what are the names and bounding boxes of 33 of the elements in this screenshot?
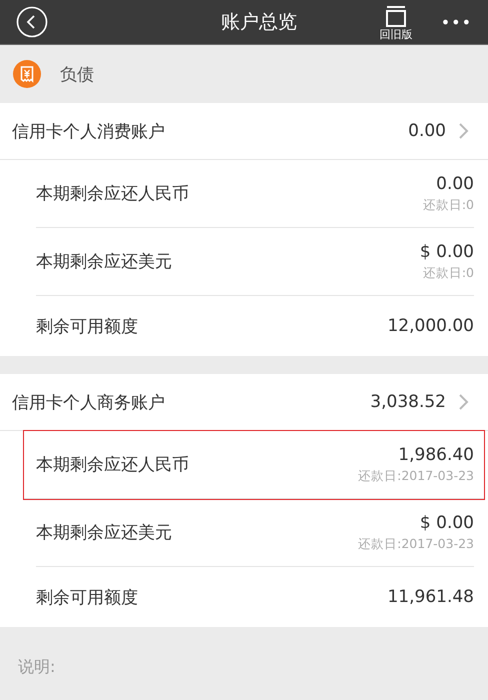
old-version-button[interactable]: 回旧版 <box>380 4 413 42</box>
page-title: 账户总览 <box>220 10 298 35</box>
back-icon <box>16 6 48 38</box>
due-date: 还款日:2017-03-23 <box>358 536 474 552</box>
section-title: 负债 <box>60 64 94 86</box>
row-amount: 0.00 <box>436 174 474 194</box>
account-name: 信用卡个人商务账户 <box>12 392 166 414</box>
row-label: 剩余可用额度 <box>36 316 139 338</box>
account-amount: 3,038.52 <box>370 392 446 412</box>
back-button[interactable] <box>16 6 48 38</box>
row-label: 本期剩余应还人民币 <box>36 454 190 476</box>
row-label: 剩余可用额度 <box>36 586 139 608</box>
account-name: 信用卡个人消费账户 <box>12 120 166 142</box>
due-date: 还款日:0 <box>422 196 474 214</box>
due-date: 还款日:2017-03-23 <box>358 468 474 484</box>
row-label: 本期剩余应还人民币 <box>36 183 190 205</box>
account-amount: 0.00 <box>408 121 446 141</box>
row-amount: $ 0.00 <box>420 242 474 262</box>
row-label: 本期剩余应还美元 <box>36 251 173 273</box>
more-button[interactable]: ••• <box>440 12 472 32</box>
row-label: 本期剩余应还美元 <box>36 522 173 544</box>
note-title: 说明: <box>18 657 56 676</box>
chevron-right-icon <box>458 122 470 140</box>
chevron-right-icon <box>458 393 470 411</box>
row-amount: 12,000.00 <box>387 316 474 336</box>
window-icon <box>386 4 406 26</box>
row-amount: 11,961.48 <box>387 587 474 607</box>
due-date: 还款日:0 <box>422 264 474 282</box>
bill-icon <box>12 59 42 89</box>
row-amount: 1,986.40 <box>398 444 474 464</box>
account-row[interactable]: 信用卡个人消费账户 0.00 <box>0 103 488 160</box>
row-amount: $ 0.00 <box>420 512 474 532</box>
account-row[interactable]: 信用卡个人商务账户 3,038.52 <box>0 374 488 431</box>
